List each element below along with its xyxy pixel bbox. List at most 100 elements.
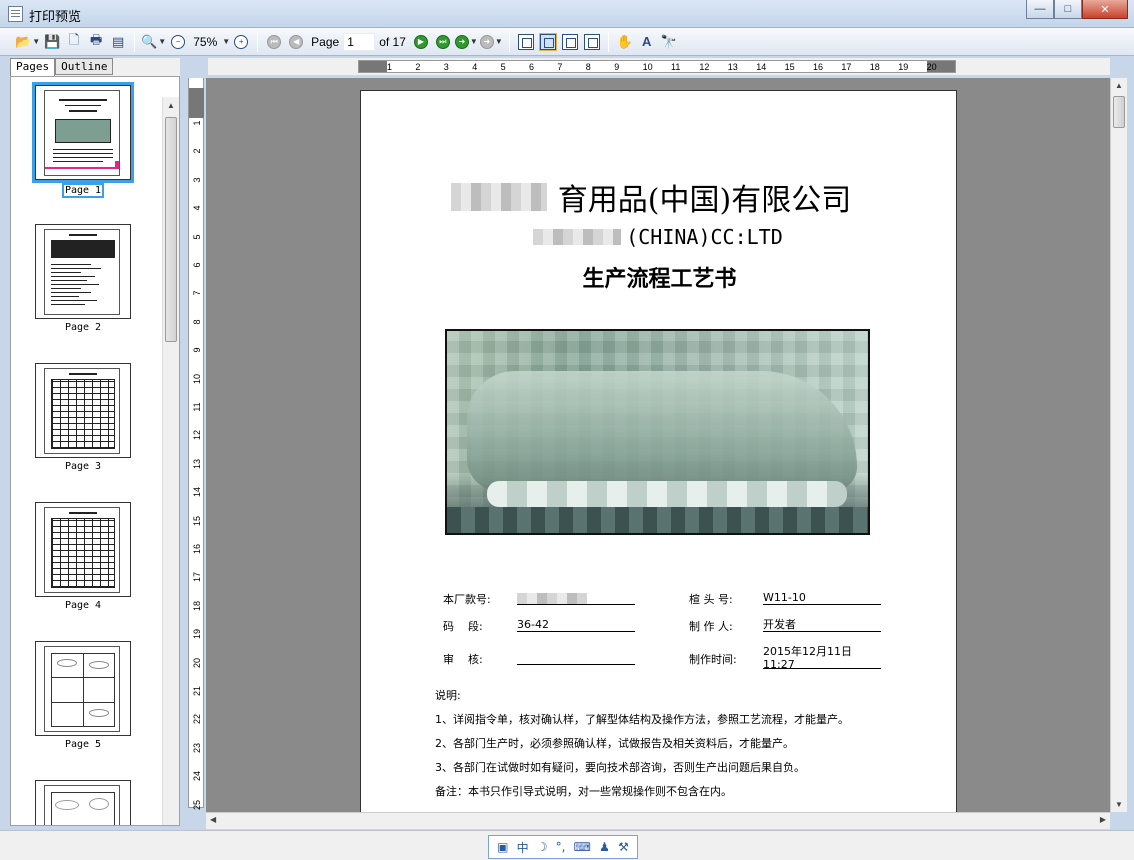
window-title: 打印预览 (29, 10, 82, 25)
ruler-tick-label: 17 (192, 572, 202, 583)
page-number-input[interactable] (343, 32, 376, 51)
thumbnail-label: Page 3 (64, 461, 102, 472)
find-icon[interactable]: 🔭 (659, 31, 679, 53)
user-icon[interactable]: ♟ (599, 840, 610, 854)
hand-tool-icon[interactable]: ✋ (615, 31, 635, 53)
note-item: 3、各部门在试做时如有疑问，要向技术部咨询，否则生产出问题后果自负。 (435, 761, 805, 774)
thumbnail-page-3[interactable]: Page 3 (35, 363, 131, 472)
scroll-up-icon[interactable]: ▲ (1115, 81, 1123, 90)
ruler-tick-label: 16 (192, 544, 202, 555)
ruler-tick-label: 23 (192, 742, 202, 753)
ruler-tick-label: 15 (784, 62, 795, 72)
thumbnail-scrollbar[interactable]: ▲ ▼ (162, 97, 179, 825)
keyboard-icon[interactable]: ⌨ (574, 840, 591, 854)
thumbnail-page-2[interactable]: Page 2 (35, 224, 131, 333)
zoom-out-icon[interactable]: − (168, 31, 188, 53)
ruler-tick-label: 13 (727, 62, 738, 72)
document-page: 育用品(中国)有限公司 (CHINA)CC:LTD 生产流程工艺书 本厂款号: … (360, 90, 957, 812)
zoom-dropdown-icon[interactable]: ▼ (222, 37, 230, 46)
ruler-tick-label: 9 (192, 347, 202, 353)
settings-icon[interactable]: ⚒ (618, 840, 629, 854)
last-page-icon[interactable]: ⏭ (433, 31, 453, 53)
single-page-view-icon[interactable] (516, 31, 536, 53)
thumbnail-label: Page 1 (62, 183, 104, 198)
note-item: 1、详阅指令单，核对确认样，了解型体结构及操作方法，参照工艺流程，才能量产。 (435, 713, 849, 726)
ruler-tick-label: 12 (699, 62, 710, 72)
maximize-button[interactable]: □ (1054, 0, 1082, 19)
thumbnail-label: Page 5 (64, 739, 102, 750)
ruler-tick-label: 7 (557, 62, 563, 72)
new-page-icon[interactable]: 🗋 (64, 31, 84, 53)
horizontal-ruler: 1 2 3 4 5 6 7 8 9 10 11 12 13 14 15 16 17 18 19 20 (208, 58, 1110, 75)
thumbnail-page-5[interactable]: Page 5 (35, 641, 131, 750)
ime-language[interactable]: 中 (517, 839, 529, 856)
ruler-tick-label: 10 (642, 62, 653, 72)
open-folder-icon[interactable]: 📂 ▼ (15, 31, 40, 53)
ime-logo-icon[interactable]: ▣ (497, 840, 508, 854)
go-forward-icon[interactable]: ➜ ▼ (454, 31, 478, 53)
thumbnail-page-4[interactable]: Page 4 (35, 502, 131, 611)
title-bar: 打印预览 — □ ✕ (0, 0, 1134, 28)
scroll-thumb[interactable] (1113, 96, 1125, 128)
ruler-tick-label: 10 (192, 373, 202, 384)
ruler-tick-label: 6 (529, 62, 535, 72)
ruler-tick-label: 15 (192, 515, 202, 526)
ruler-tick-label: 9 (614, 62, 620, 72)
zoom-in-icon[interactable]: + (231, 31, 251, 53)
scroll-left-icon[interactable]: ◀ (210, 815, 216, 824)
continuous-view-icon[interactable] (538, 31, 558, 53)
page-label: Page (311, 34, 340, 49)
preview-area[interactable]: 育用品(中国)有限公司 (CHINA)CC:LTD 生产流程工艺书 本厂款号: … (206, 78, 1110, 812)
vertical-ruler: 1 2 3 4 5 6 7 8 9 10 11 12 13 14 15 16 17 18 19 20 21 22 23 24 2… (188, 78, 204, 810)
tab-pages[interactable]: Pages (10, 58, 56, 76)
preview-horizontal-scrollbar[interactable]: ◀ ▶ (206, 812, 1110, 829)
go-back-icon[interactable]: ➜ ▼ (479, 31, 503, 53)
field-label: 制作时间: (689, 653, 737, 666)
ruler-tick-label: 21 (192, 686, 202, 697)
preview-vertical-scrollbar[interactable]: ▲ ▼ (1110, 78, 1127, 812)
moon-icon[interactable]: ☽ (537, 840, 548, 854)
page-setup-icon[interactable]: ▤ (108, 31, 128, 53)
close-button[interactable]: ✕ (1082, 0, 1128, 19)
ruler-tick-label: 8 (585, 62, 591, 72)
company-name-en: (CHINA)CC:LTD (626, 225, 783, 249)
tab-outline[interactable]: Outline (55, 58, 114, 75)
thumbnail-list: Page 1 Page 2 Page 3 Page 4 Page 5 ▲ (10, 76, 180, 826)
field-value: 36-42 (517, 618, 635, 632)
punctuation-icon[interactable]: °, (556, 840, 566, 854)
thumbnail-label: Page 4 (64, 600, 102, 611)
next-page-icon[interactable]: ▶ (411, 31, 431, 53)
page-count: of 17 (379, 34, 406, 49)
multi-page-view-icon[interactable] (582, 31, 602, 53)
scroll-up-icon[interactable]: ▲ (167, 101, 175, 110)
status-bar: ▣ 中 ☽ °, ⌨ ♟ ⚒ (0, 830, 1134, 860)
ruler-tick-label: 3 (192, 177, 202, 183)
thumbnail-page-1[interactable]: Page 1 (32, 82, 134, 198)
thumbnail-panel: Pages Outline Page 1 Page 2 Page 3 Page … (10, 58, 180, 826)
ime-toolbar[interactable]: ▣ 中 ☽ °, ⌨ ♟ ⚒ (488, 835, 638, 859)
two-page-view-icon[interactable] (560, 31, 580, 53)
scroll-thumb[interactable] (165, 117, 177, 342)
minimize-button[interactable]: — (1026, 0, 1054, 19)
save-icon[interactable]: 💾 (42, 31, 62, 53)
field-label: 制 作 人: (689, 620, 733, 633)
zoom-icon[interactable]: 🔍 ▼ (141, 31, 166, 53)
print-icon[interactable]: 🖶 (86, 31, 106, 53)
ruler-tick-label: 6 (192, 262, 202, 268)
scroll-down-icon[interactable]: ▼ (1115, 800, 1123, 809)
thumbnail-page-6[interactable] (35, 780, 131, 825)
print-preview-icon (8, 6, 23, 22)
ruler-tick-label: 11 (671, 62, 681, 72)
text-select-icon[interactable]: A (637, 31, 657, 53)
zoom-level[interactable]: 75% (193, 35, 217, 49)
previous-page-icon[interactable]: ◀ (286, 31, 306, 53)
ruler-tick-label: 8 (192, 319, 202, 325)
ruler-tick-label: 13 (192, 458, 202, 469)
ruler-tick-label: 5 (500, 62, 506, 72)
toolbar: 📂▼ 💾 🗋 🖶 ▤ 🔍▼ − 75% ▼ + ⏮ ◀ Page of 17 ▶… (0, 28, 1134, 56)
ruler-tick-label: 1 (192, 120, 202, 126)
ruler-tick-label: 14 (192, 487, 202, 498)
scroll-right-icon[interactable]: ▶ (1100, 815, 1106, 824)
product-photo (445, 329, 870, 535)
first-page-icon[interactable]: ⏮ (264, 31, 284, 53)
